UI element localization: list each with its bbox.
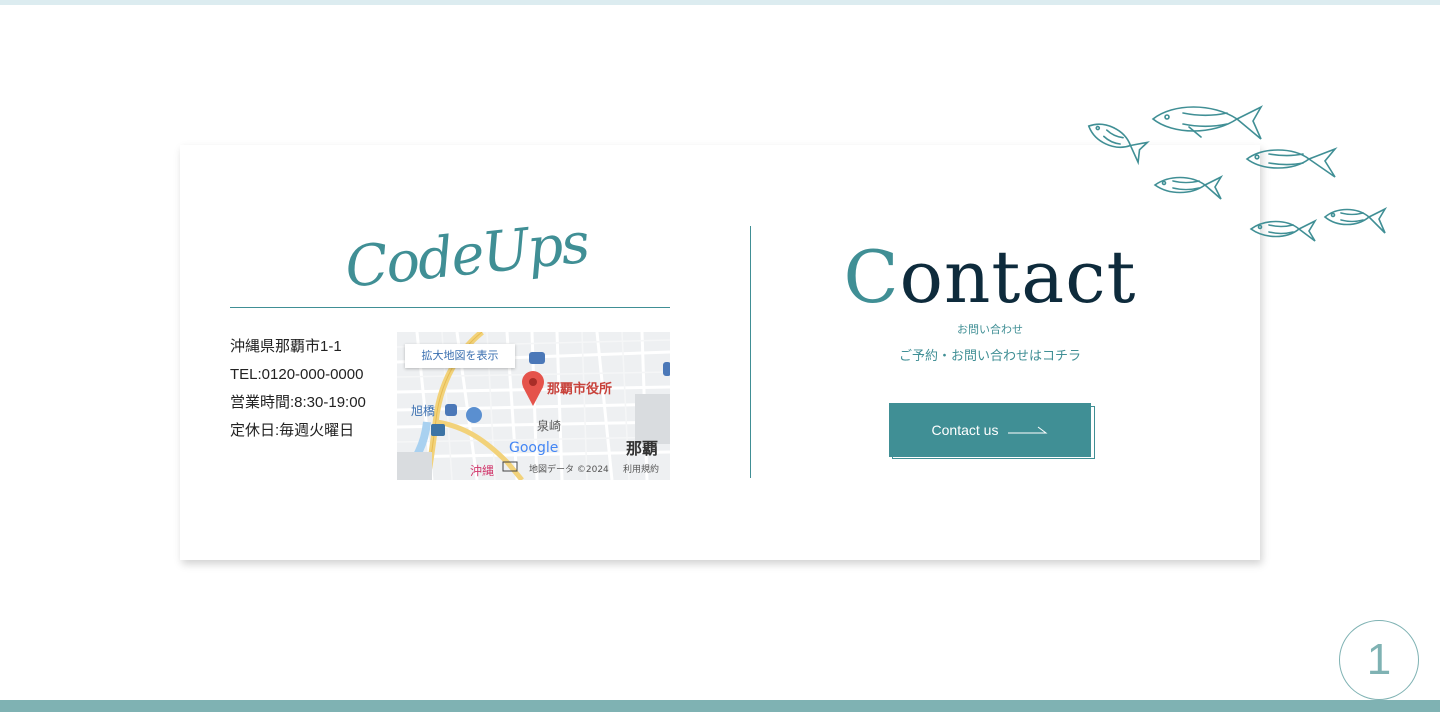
map-area-label: 沖縄 (470, 464, 495, 478)
contact-us-label: Contact us (931, 422, 999, 438)
contact-us-button[interactable]: Contact us (889, 403, 1091, 457)
map-area-label: 泉崎 (537, 419, 562, 433)
logo-rule (230, 307, 670, 308)
bottom-strip (0, 700, 1440, 712)
contact-button-wrap: Contact us (889, 403, 1095, 459)
tel-text: TEL:0120-000-0000 (230, 366, 364, 383)
company-info: 沖縄県那覇市1-1 TEL:0120-000-0000 営業時間:8:30-19… (230, 333, 390, 445)
address-text: 沖縄県那覇市1-1 (230, 338, 342, 355)
map-expand-button[interactable]: 拡大地図を表示 (405, 344, 515, 368)
top-strip (0, 0, 1440, 5)
map-credit: 地図データ ©2024 (529, 465, 609, 475)
contact-subtitle: お問い合わせ (957, 323, 1023, 336)
google-map[interactable]: 拡大地図を表示 那覇市役所 旭橋 泉崎 那覇 Google 沖縄 地図データ ©… (397, 332, 670, 480)
closed-text: 定休日:毎週火曜日 (230, 422, 355, 439)
hours-text: 営業時間:8:30-19:00 (230, 394, 366, 411)
map-place-label[interactable]: 那覇市役所 (547, 378, 612, 397)
map-area-label: 那覇 (626, 439, 659, 458)
section-divider (750, 226, 751, 478)
codeups-logo[interactable]: CodeUps (342, 211, 591, 304)
map-terms-link[interactable]: 利用規約 (623, 462, 659, 475)
contact-description: ご予約・お問い合わせはコチラ (898, 349, 1081, 364)
map-area-label: 旭橋 (411, 404, 436, 418)
fish-illustration-icon (1085, 95, 1405, 255)
google-logo: Google (509, 440, 559, 456)
contact-title-initial: C (843, 235, 900, 319)
arrow-right-icon (1008, 422, 1048, 438)
page-indicator: 1 (1339, 620, 1419, 700)
